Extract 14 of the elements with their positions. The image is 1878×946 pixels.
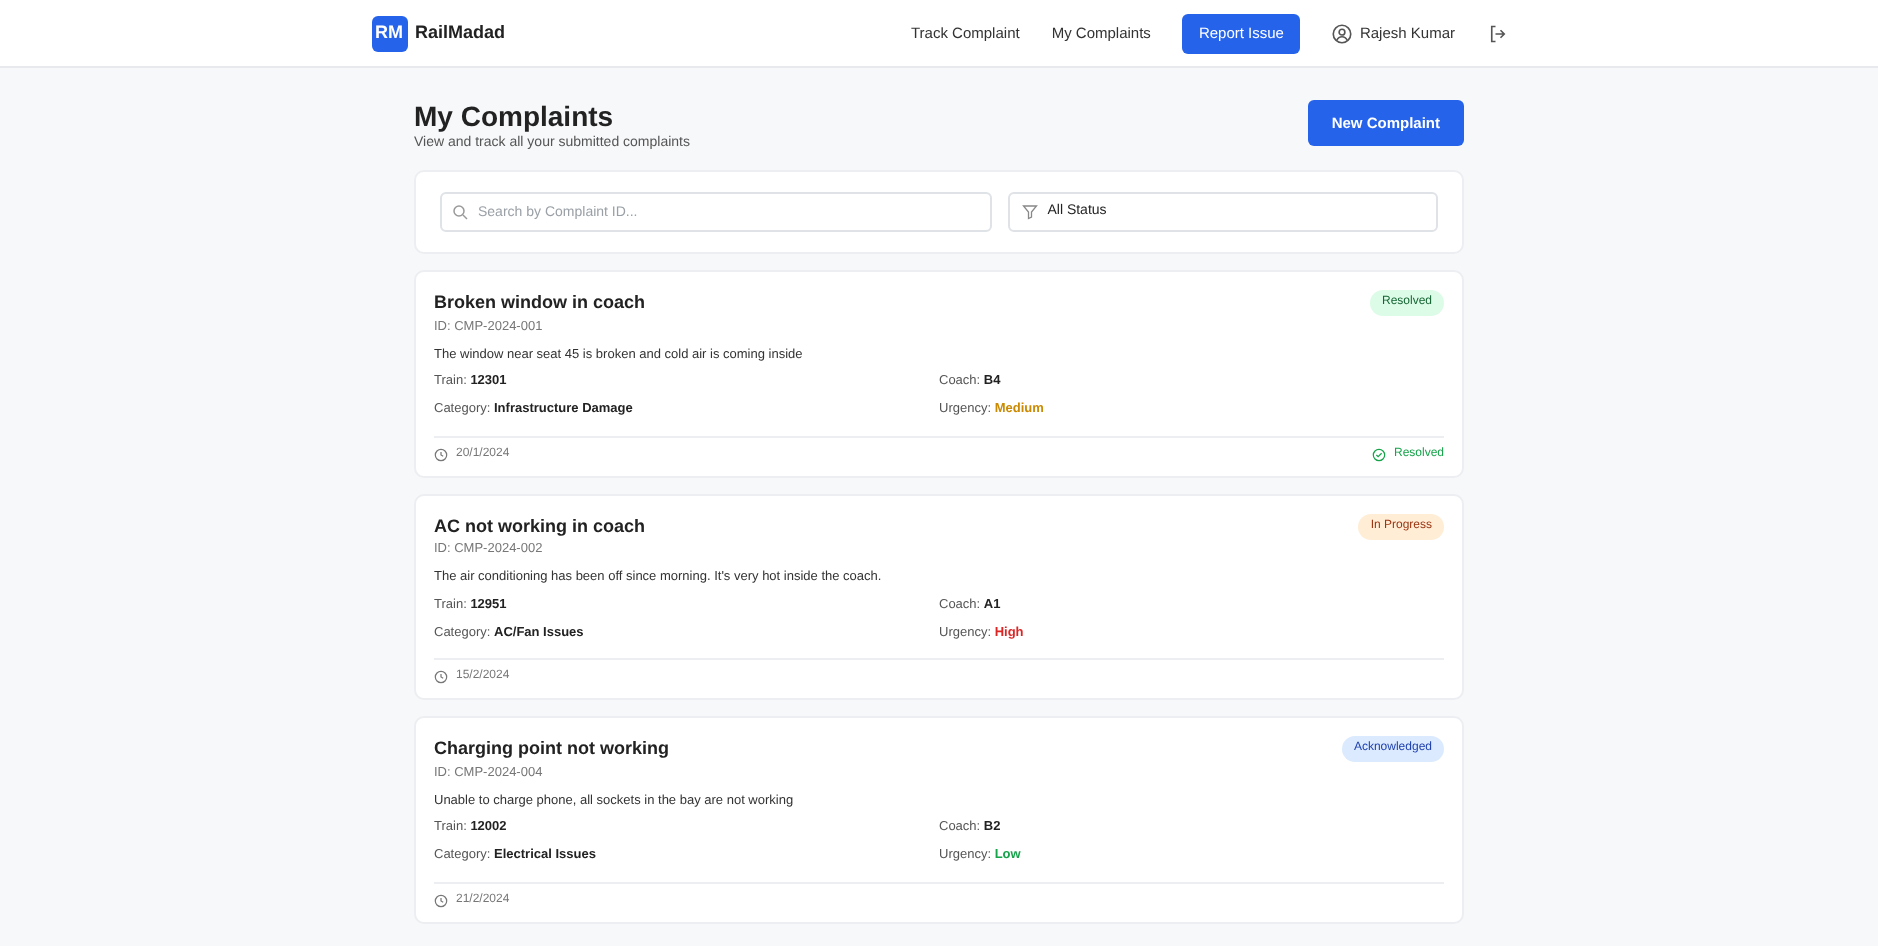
clock-icon: [434, 447, 448, 462]
brand-name[interactable]: RailMadad: [415, 20, 506, 48]
clock-icon: [434, 670, 448, 685]
complaint-title: AC not working in coach: [434, 513, 646, 540]
search-icon: [452, 204, 468, 221]
logout-icon[interactable]: [1487, 24, 1507, 44]
page-title: My Complaints: [414, 100, 616, 134]
check-circle-icon: [1371, 447, 1386, 462]
complaint-title: Charging point not working: [434, 736, 669, 763]
logo[interactable]: RM: [371, 16, 407, 52]
filter-icon: [1021, 204, 1038, 221]
complaint-title: Broken window in coach: [434, 290, 646, 317]
clock-icon: [434, 893, 448, 908]
user-icon: [1331, 24, 1352, 44]
